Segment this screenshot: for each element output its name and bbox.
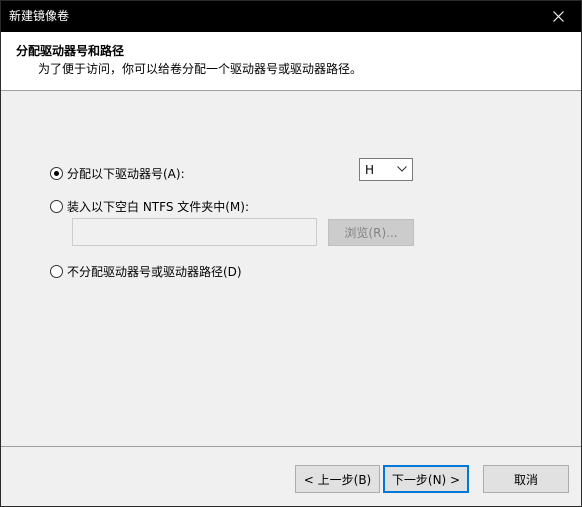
radio-no-assign-label: 不分配驱动器号或驱动器路径(D) <box>67 264 242 279</box>
cancel-button[interactable]: 取消 <box>483 465 569 493</box>
back-button[interactable]: < 上一步(B) <box>295 465 380 493</box>
folder-path-input[interactable] <box>72 218 317 246</box>
radio-assign-letter-label: 分配以下驱动器号(A): <box>67 166 185 181</box>
chevron-down-icon <box>397 166 407 172</box>
drive-letter-select[interactable]: H <box>359 158 413 181</box>
drive-letter-value: H <box>365 162 375 177</box>
page-subtitle: 为了便于访问，你可以给卷分配一个驱动器号或驱动器路径。 <box>38 62 363 76</box>
wizard-header: 分配驱动器号和路径 为了便于访问，你可以给卷分配一个驱动器号或驱动器路径。 <box>1 32 581 91</box>
radio-mount-folder[interactable]: 装入以下空白 NTFS 文件夹中(M): <box>50 198 249 214</box>
title-bar[interactable]: 新建镜像卷 <box>1 1 581 32</box>
window-title: 新建镜像卷 <box>9 9 70 23</box>
radio-mount-folder-label: 装入以下空白 NTFS 文件夹中(M): <box>67 199 250 214</box>
close-button[interactable] <box>535 1 581 32</box>
radio-assign-letter-button[interactable] <box>50 166 63 180</box>
radio-no-assign[interactable]: 不分配驱动器号或驱动器路径(D) <box>50 263 242 279</box>
next-button[interactable]: 下一步(N) > <box>383 465 469 493</box>
new-mirrored-volume-dialog: 新建镜像卷 分配驱动器号和路径 为了便于访问，你可以给卷分配一个驱动器号或驱动器… <box>0 0 582 507</box>
radio-mount-folder-button[interactable] <box>50 199 63 213</box>
page-title: 分配驱动器号和路径 <box>16 44 125 58</box>
close-icon <box>553 11 564 22</box>
browse-button[interactable]: 浏览(R)... <box>328 219 414 246</box>
radio-assign-letter[interactable]: 分配以下驱动器号(A): <box>50 165 185 181</box>
footer-separator <box>1 446 581 447</box>
radio-no-assign-button[interactable] <box>50 264 63 278</box>
